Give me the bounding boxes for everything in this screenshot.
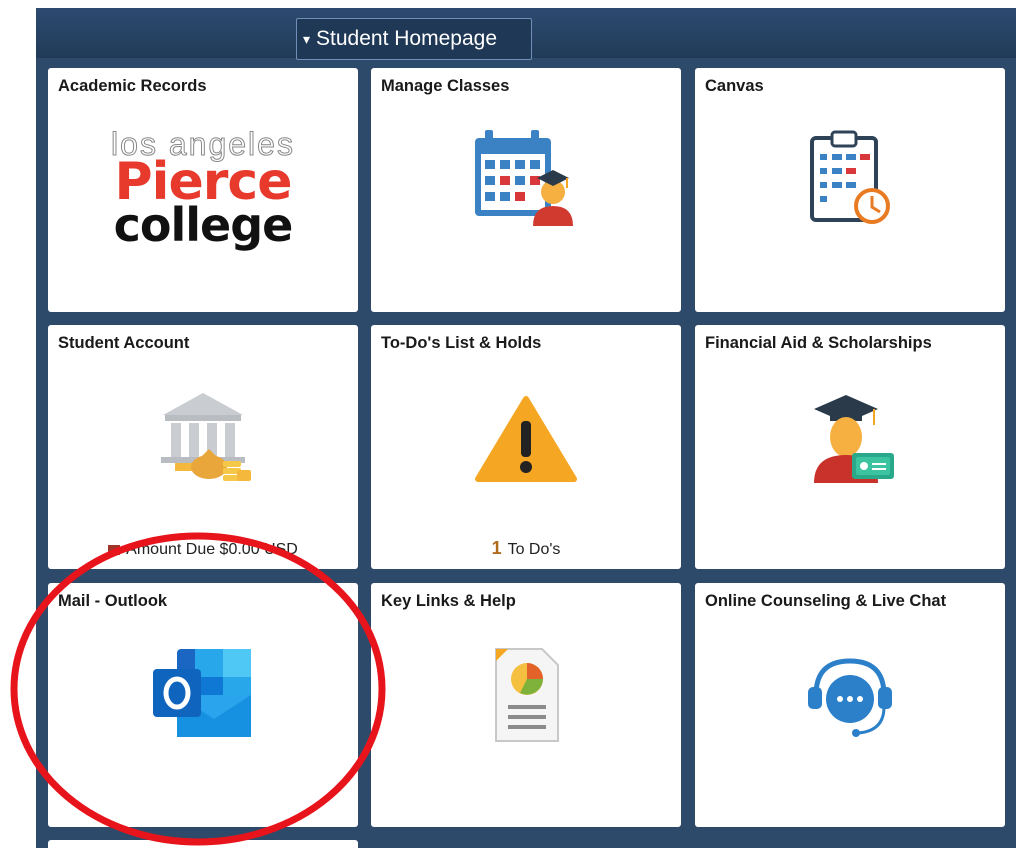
todo-count-status: 1 To Do's (491, 538, 561, 558)
status-square-icon (108, 544, 121, 555)
tile-todo-list-holds[interactable]: To-Do's List & Holds 1 To Do's (371, 325, 681, 569)
todo-count-badge: 1 (491, 538, 502, 558)
homepage-dropdown-label: Student Homepage (316, 27, 497, 50)
tile-financial-aid-scholarships[interactable]: Financial Aid & Scholarships (695, 325, 1005, 569)
tile-student-account[interactable]: Student Account Amount Due $0.00 USD (48, 325, 358, 569)
graduate-card-icon (695, 387, 1005, 491)
tile-key-links-help[interactable]: Key Links & Help (371, 583, 681, 827)
tile-mail-outlook[interactable]: Mail - Outlook (48, 583, 358, 827)
tile-online-counseling-live-chat[interactable]: Online Counseling & Live Chat (695, 583, 1005, 827)
tile-title: Mail - Outlook (58, 592, 168, 610)
tile-title: Canvas (705, 77, 764, 95)
bank-money-icon (48, 387, 358, 487)
tile-title: Manage Classes (381, 77, 510, 95)
tile-title: Student Account (58, 334, 190, 352)
caret-down-icon: ▾ (303, 30, 311, 47)
pierce-college-logo: los angeles Pierce college (111, 126, 295, 252)
tile-title: Key Links & Help (381, 592, 516, 610)
outlook-icon (48, 645, 358, 745)
headset-chat-icon (695, 645, 1005, 749)
calendar-student-icon (371, 128, 681, 232)
tile-title: To-Do's List & Holds (381, 334, 542, 352)
student-homepage-dropdown[interactable]: ▾ Student Homepage (296, 18, 532, 60)
clipboard-clock-icon (695, 128, 1005, 232)
document-chart-icon (371, 645, 681, 745)
amount-due-status: Amount Due $0.00 USD (48, 541, 358, 559)
tile-canvas[interactable]: Canvas (695, 68, 1005, 312)
homepage-header: ▾ Student Homepage (36, 8, 1016, 60)
tile-title: Online Counseling & Live Chat (705, 592, 947, 610)
tile-academic-records[interactable]: Academic Records los angeles Pierce coll… (48, 68, 358, 312)
tile-title: Financial Aid & Scholarships (705, 334, 932, 352)
tile-title: Academic Records (58, 77, 207, 95)
tile-partial-next-row[interactable] (48, 840, 358, 848)
tile-manage-classes[interactable]: Manage Classes (371, 68, 681, 312)
warning-icon (371, 395, 681, 483)
